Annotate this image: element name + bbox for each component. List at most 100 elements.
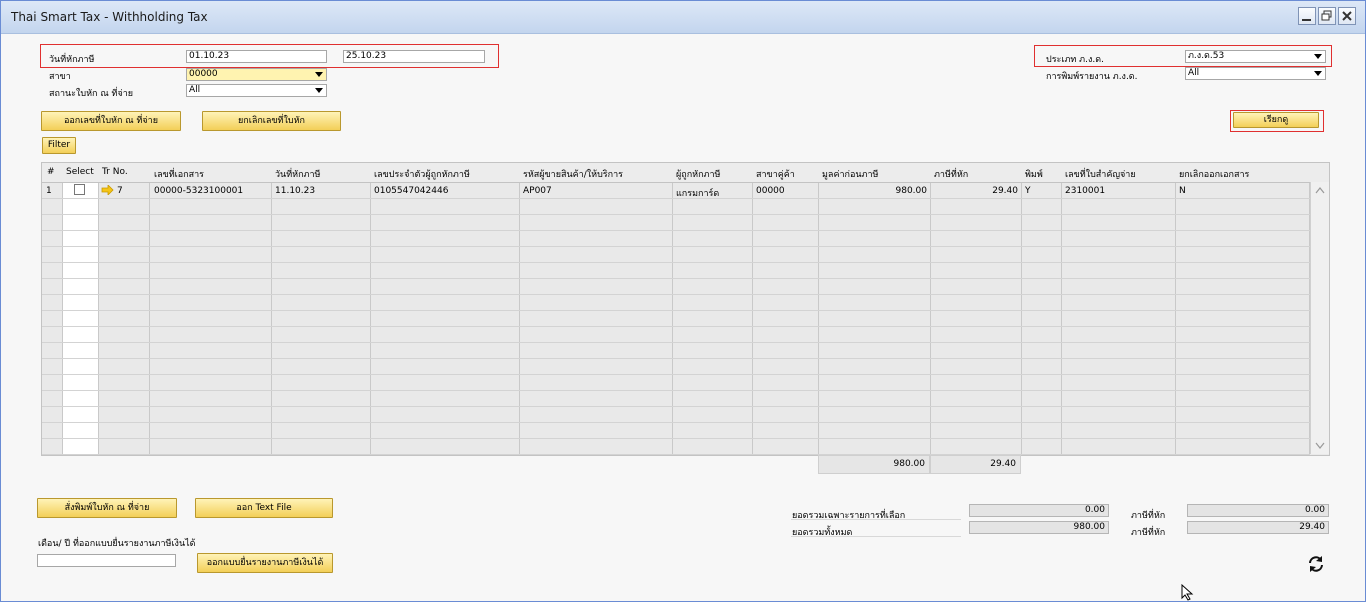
date-to-input[interactable]: 25.10.23 (343, 50, 485, 63)
branch-select[interactable]: 00000 (186, 68, 327, 81)
col-branch (753, 163, 819, 455)
export-income-form-button[interactable]: ออกแบบยื่นรายงานภาษีเงินได้ (197, 553, 333, 573)
grand-tax-value: 29.40 (1187, 521, 1329, 534)
chevron-down-icon (315, 72, 323, 77)
filter-button[interactable]: Filter (42, 137, 76, 154)
row-num: 1 (46, 186, 52, 196)
col-vendor-name (673, 163, 753, 455)
header-taxid[interactable]: เลขประจำตัวผู้ถูกหักภาษี (374, 167, 470, 181)
total-amount: 980.00 (818, 455, 930, 474)
header-select[interactable]: Select (66, 167, 94, 177)
grid-row-line (42, 326, 1310, 327)
header-trno[interactable]: Tr No. (102, 167, 128, 177)
cancel-cert-button[interactable]: ยกเลิกเลขที่ใบหัก (202, 111, 341, 131)
withholding-tax-window: Thai Smart Tax - Withholding Tax วันที่ห… (0, 0, 1366, 602)
cert-status-select[interactable]: All (186, 84, 327, 97)
col-vendor-code (520, 163, 673, 455)
chevron-down-icon (315, 88, 323, 93)
pnd-print-label: การพิมพ์รายงาน ภ.ง.ด. (1046, 72, 1138, 82)
header-taxdate[interactable]: วันที่หักภาษี (275, 167, 320, 181)
select-checkbox[interactable] (74, 184, 85, 195)
print-cert-button[interactable]: สั่งพิมพ์ใบหัก ณ ที่จ่าย (37, 498, 177, 518)
row-taxdate: 11.10.23 (275, 186, 316, 196)
close-button[interactable] (1338, 7, 1356, 25)
header-cancel[interactable]: ยกเลิกออกเอกสาร (1179, 167, 1249, 181)
retrieve-button[interactable]: เรียกดู (1233, 112, 1319, 128)
date-from-input[interactable]: 01.10.23 (186, 50, 327, 63)
grid-row-line (42, 406, 1310, 407)
col-printed (1022, 163, 1062, 455)
pnd-type-label: ประเภท ภ.ง.ด. (1046, 55, 1104, 65)
grid-scrollbar[interactable] (1310, 182, 1329, 454)
scroll-up-icon[interactable] (1315, 186, 1325, 194)
grid-row-line (42, 390, 1310, 391)
header-wht[interactable]: ภาษีที่หัก (934, 167, 968, 181)
header-vendor-name[interactable]: ผู้ถูกหักภาษี (676, 167, 720, 181)
row-trno: 7 (117, 186, 123, 196)
scroll-down-icon[interactable] (1315, 442, 1325, 450)
grid-row-line (42, 278, 1310, 279)
row-taxid: 0105547042446 (374, 186, 449, 196)
row-docno: 00000-5323100001 (154, 186, 244, 196)
pnd-type-value: ภ.ง.ด.53 (1188, 51, 1225, 61)
month-year-input[interactable] (37, 554, 176, 567)
row-cancel: N (1179, 186, 1186, 196)
grid-row-line (42, 294, 1310, 295)
restore-button[interactable] (1318, 7, 1336, 25)
header-amount[interactable]: มูลค่าก่อนภาษี (822, 167, 878, 181)
grid-row-line (42, 310, 1310, 311)
selected-tax-label: ภาษีที่หัก (1131, 511, 1166, 521)
grid-row-line (42, 198, 1310, 199)
header-printed[interactable]: พิมพ์ (1025, 167, 1043, 181)
col-amount (819, 163, 931, 455)
header-num[interactable]: # (47, 167, 55, 177)
row-amount: 980.00 (895, 186, 928, 196)
grid-row-line (42, 374, 1310, 375)
grid-row-line (42, 214, 1310, 215)
row-branch: 00000 (756, 186, 785, 196)
minimize-icon (1302, 19, 1311, 21)
col-voucher (1062, 163, 1176, 455)
grid-row-line (42, 358, 1310, 359)
grid-row-line (42, 438, 1310, 439)
title-bar[interactable]: Thai Smart Tax - Withholding Tax (1, 1, 1365, 34)
grand-total-value: 980.00 (969, 521, 1109, 534)
grid-row-line (42, 246, 1310, 247)
grid-row-line (42, 342, 1310, 343)
grid-row-line (42, 230, 1310, 231)
branch-value: 00000 (189, 69, 218, 79)
pnd-print-select[interactable]: All (1185, 67, 1326, 80)
chevron-down-icon (1314, 71, 1322, 76)
row-wht: 29.40 (992, 186, 1018, 196)
withholding-grid[interactable]: # Select Tr No. เลขที่เอกสาร วันที่หักภา… (41, 162, 1330, 456)
grid-row-line (42, 422, 1310, 423)
col-taxdate (272, 163, 371, 455)
grand-tax-label: ภาษีที่หัก (1131, 528, 1166, 538)
cert-status-label: สถานะใบหัก ณ ที่จ่าย (49, 89, 134, 99)
pnd-type-select[interactable]: ภ.ง.ด.53 (1185, 50, 1326, 63)
col-taxid (371, 163, 520, 455)
row-voucher: 2310001 (1065, 186, 1106, 196)
month-year-label: เดือน/ ปี ที่ออกแบบยื่นรายงานภาษีเงินได้ (38, 539, 196, 549)
selected-tax-value: 0.00 (1187, 504, 1329, 517)
divider (791, 536, 961, 537)
minimize-button[interactable] (1298, 7, 1316, 25)
col-select (63, 163, 99, 455)
refresh-icon[interactable] (1306, 554, 1326, 577)
issue-cert-button[interactable]: ออกเลขที่ใบหัก ณ ที่จ่าย (41, 111, 181, 131)
header-branch[interactable]: สาขาคู่ค้า (756, 167, 795, 181)
grid-row-line (42, 262, 1310, 263)
col-docno (150, 163, 272, 455)
restore-icon (1321, 10, 1332, 21)
export-text-button[interactable]: ออก Text File (195, 498, 333, 518)
header-vendor-code[interactable]: รหัสผู้ขายสินค้า/ให้บริการ (523, 167, 623, 181)
header-docno[interactable]: เลขที่เอกสาร (154, 167, 204, 181)
col-trno (99, 163, 150, 455)
close-icon (1342, 11, 1352, 21)
divider (791, 519, 961, 520)
cert-status-value: All (189, 85, 201, 95)
header-voucher[interactable]: เลขที่ใบสำคัญจ่าย (1065, 167, 1136, 181)
tax-date-label: วันที่หักภาษี (49, 55, 95, 65)
grid-header: # Select Tr No. เลขที่เอกสาร วันที่หักภา… (42, 163, 1329, 183)
link-arrow-icon[interactable] (101, 184, 114, 198)
